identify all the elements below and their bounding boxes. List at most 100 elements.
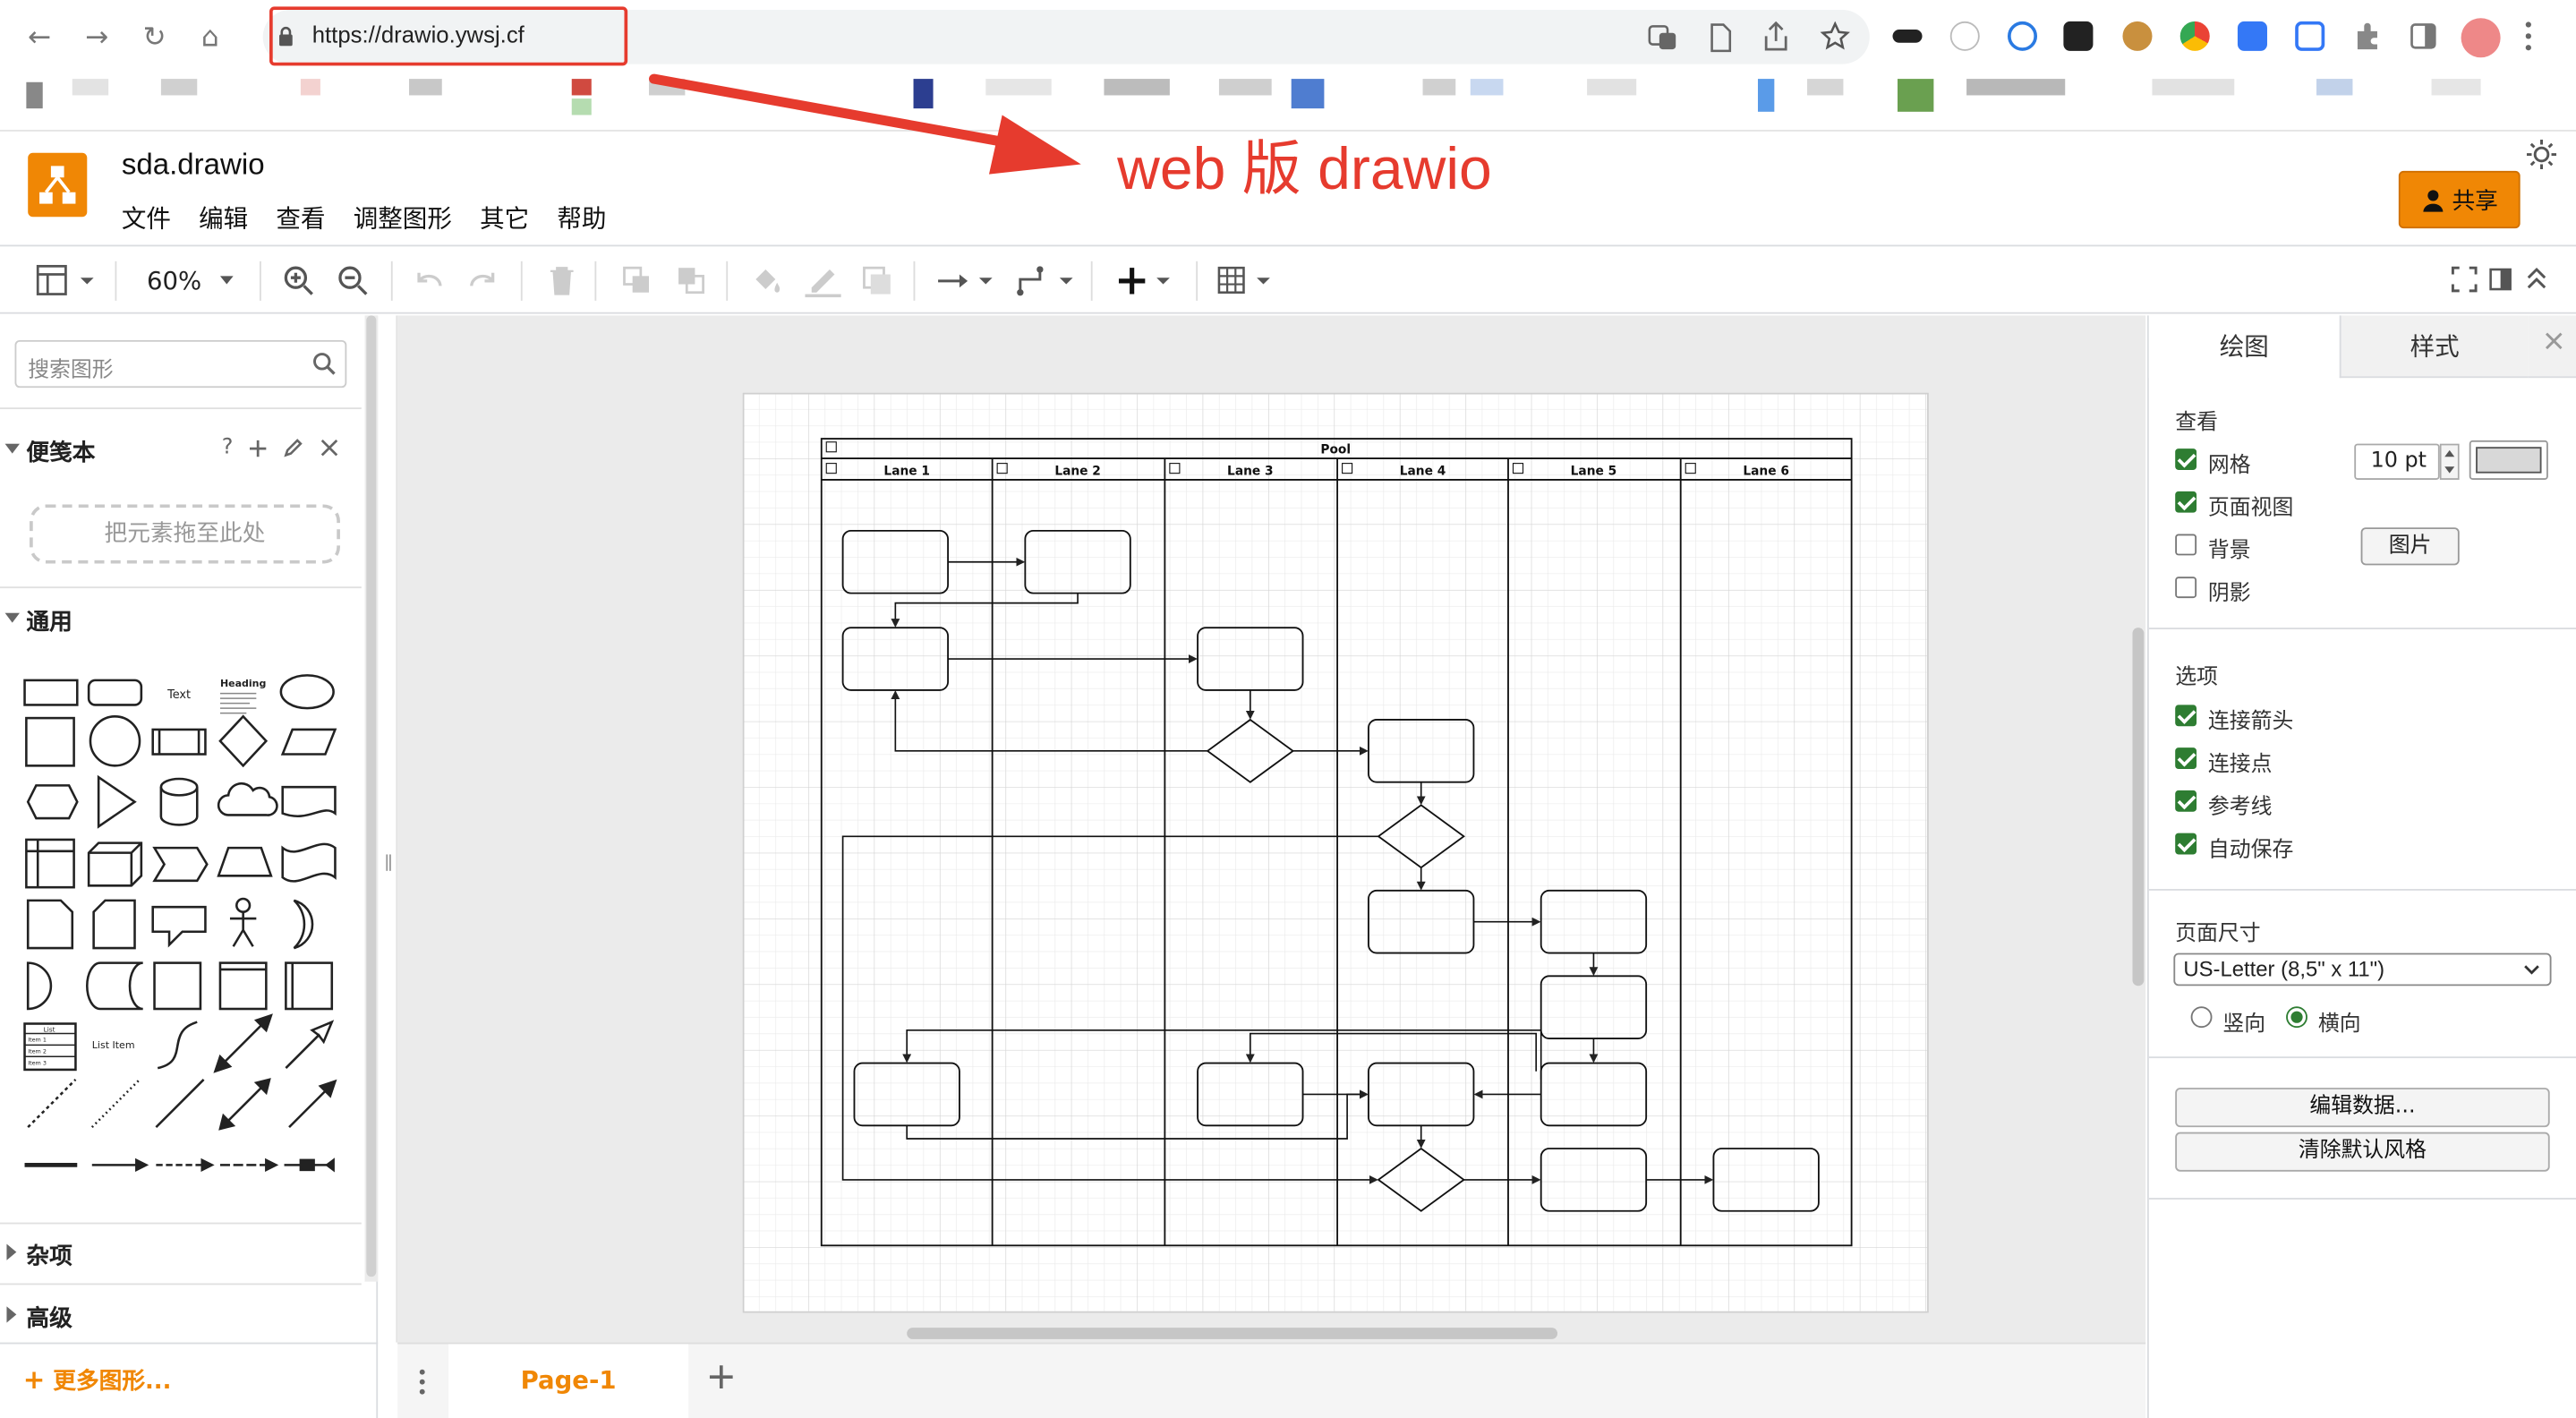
shape-connector-dashed-arrow[interactable]: [156, 1157, 215, 1172]
collapse-toolbar-icon[interactable]: [2525, 265, 2548, 295]
landscape-radio[interactable]: [2285, 1005, 2308, 1029]
shape-connector-arrow[interactable]: [91, 1157, 149, 1172]
shape-triangle[interactable]: [97, 774, 137, 829]
menu-help[interactable]: 帮助: [557, 201, 606, 235]
mask-extension-icon[interactable]: [1892, 30, 1923, 43]
redo-icon[interactable]: [466, 266, 499, 295]
shape-search-input[interactable]: 搜索图形: [14, 339, 347, 389]
shape-line[interactable]: [155, 1079, 205, 1129]
menu-arrange[interactable]: 调整图形: [354, 201, 452, 235]
delete-icon[interactable]: [547, 265, 576, 298]
guides-checkbox[interactable]: [2175, 790, 2197, 812]
shape-process[interactable]: [151, 728, 207, 756]
shape-list[interactable]: List Item 1 Item 2 Item 3: [23, 1022, 77, 1072]
shadow-checkbox[interactable]: [2175, 577, 2197, 599]
shadow-icon[interactable]: [861, 265, 894, 298]
shape-square-2[interactable]: [153, 961, 202, 1011]
menu-file[interactable]: 文件: [122, 201, 171, 235]
grid-checkbox[interactable]: [2175, 448, 2197, 470]
shape-internal-storage[interactable]: [25, 838, 75, 889]
shape-data-storage[interactable]: [26, 961, 53, 1011]
menu-view[interactable]: 查看: [276, 201, 325, 235]
shape-cube[interactable]: [87, 841, 143, 887]
scratchpad-close-icon[interactable]: [320, 439, 338, 457]
share-page-icon[interactable]: [1762, 21, 1788, 51]
shape-ellipse[interactable]: [279, 674, 335, 710]
side-panel-icon[interactable]: [2409, 21, 2438, 51]
diagram-canvas[interactable]: Pool Lane 1 Lane 2 Lane 3 Lane 4 Lane 5 …: [397, 315, 2146, 1343]
shape-frame[interactable]: [218, 961, 268, 1011]
shape-cloud[interactable]: [217, 782, 278, 816]
shape-connector-block[interactable]: [284, 1157, 335, 1173]
shape-textbox[interactable]: Heading: [219, 678, 266, 714]
shape-bidirectional-connector[interactable]: [218, 1078, 271, 1131]
connection-arrows-checkbox[interactable]: [2175, 705, 2197, 727]
diagram-page[interactable]: Pool Lane 1 Lane 2 Lane 3 Lane 4 Lane 5 …: [742, 392, 1929, 1313]
connection-style-icon[interactable]: [936, 268, 995, 294]
insert-plus-icon[interactable]: [1117, 265, 1176, 298]
bookmark-star-icon[interactable]: [1820, 21, 1850, 51]
share-button[interactable]: 共享: [2398, 170, 2521, 229]
grid-color-button[interactable]: [2469, 440, 2548, 480]
add-page-icon[interactable]: [708, 1363, 734, 1389]
reload-icon[interactable]: ↻: [136, 20, 172, 56]
shape-note[interactable]: [26, 899, 74, 950]
forward-icon[interactable]: →: [79, 20, 115, 56]
search-icon[interactable]: [312, 352, 337, 377]
shape-text[interactable]: Text: [166, 688, 191, 702]
translate-icon[interactable]: [1648, 23, 1677, 53]
autosave-checkbox[interactable]: [2175, 833, 2197, 855]
shape-dashed-line[interactable]: [27, 1079, 77, 1129]
fullscreen-icon[interactable]: [2451, 266, 2478, 293]
line-color-icon[interactable]: [805, 265, 841, 298]
shape-circle[interactable]: [89, 714, 141, 767]
undo-icon[interactable]: [413, 266, 446, 295]
shape-curve[interactable]: [157, 1021, 198, 1070]
shape-actor[interactable]: [229, 897, 257, 947]
shape-dotted-line[interactable]: [90, 1079, 141, 1129]
canvas-vertical-scrollbar[interactable]: [2132, 628, 2145, 987]
canvas-horizontal-scrollbar[interactable]: [907, 1328, 1558, 1339]
page-view-checkbox[interactable]: [2175, 491, 2197, 513]
menu-extras[interactable]: 其它: [480, 201, 529, 235]
panel-splitter[interactable]: [380, 315, 398, 1343]
grid-size-input[interactable]: 10 pt: [2354, 443, 2440, 480]
table-icon[interactable]: [1217, 265, 1276, 298]
cloud-extension-icon[interactable]: [1949, 21, 1980, 51]
shape-bidirectional-arrow[interactable]: [213, 1013, 273, 1073]
tampermonkey-icon[interactable]: [2063, 21, 2094, 51]
shape-callout[interactable]: [151, 905, 207, 948]
shape-stored-data[interactable]: [85, 961, 143, 1011]
shape-double-rect[interactable]: [285, 961, 334, 1011]
puzzle-icon[interactable]: [2352, 21, 2382, 51]
tab-style[interactable]: 样式: [2339, 315, 2529, 379]
shape-document[interactable]: [281, 785, 337, 818]
page-size-select[interactable]: US-Letter (8,5" x 11"): [2173, 952, 2552, 987]
cloud-upload-icon[interactable]: [2007, 21, 2038, 51]
zoom-in-icon[interactable]: [283, 265, 316, 298]
shape-directional-connector[interactable]: [288, 1079, 337, 1129]
waypoints-icon[interactable]: [1014, 265, 1077, 298]
shape-arrow-block[interactable]: [285, 1020, 335, 1069]
background-image-button[interactable]: 图片: [2360, 527, 2460, 566]
shape-list-item[interactable]: List Item: [92, 1039, 135, 1051]
document-title[interactable]: sda.drawio: [122, 148, 265, 183]
panel-layout-icon[interactable]: [36, 264, 98, 298]
shape-parallelogram[interactable]: [280, 728, 337, 756]
pages-menu-icon[interactable]: [417, 1367, 427, 1397]
chrome-extension-icon[interactable]: [2179, 21, 2210, 51]
home-icon[interactable]: ⌂: [192, 20, 228, 56]
background-checkbox[interactable]: [2175, 534, 2197, 556]
doc-extension-icon[interactable]: [2237, 21, 2267, 51]
zoom-dropdown-icon[interactable]: [218, 275, 235, 288]
cookie-icon[interactable]: [2122, 21, 2153, 51]
scratchpad-add-icon[interactable]: [248, 439, 268, 458]
scratchpad-help-icon[interactable]: ?: [222, 435, 234, 460]
clear-default-style-button[interactable]: 清除默认风格: [2175, 1132, 2550, 1172]
left-panel-scrollbar[interactable]: [364, 315, 379, 1282]
shape-step[interactable]: [152, 846, 209, 883]
close-panel-icon[interactable]: [2545, 332, 2563, 350]
shape-rounded-rectangle[interactable]: [87, 679, 143, 706]
bookmark-app-icon[interactable]: [26, 81, 43, 109]
theme-sun-icon[interactable]: [2525, 138, 2558, 171]
